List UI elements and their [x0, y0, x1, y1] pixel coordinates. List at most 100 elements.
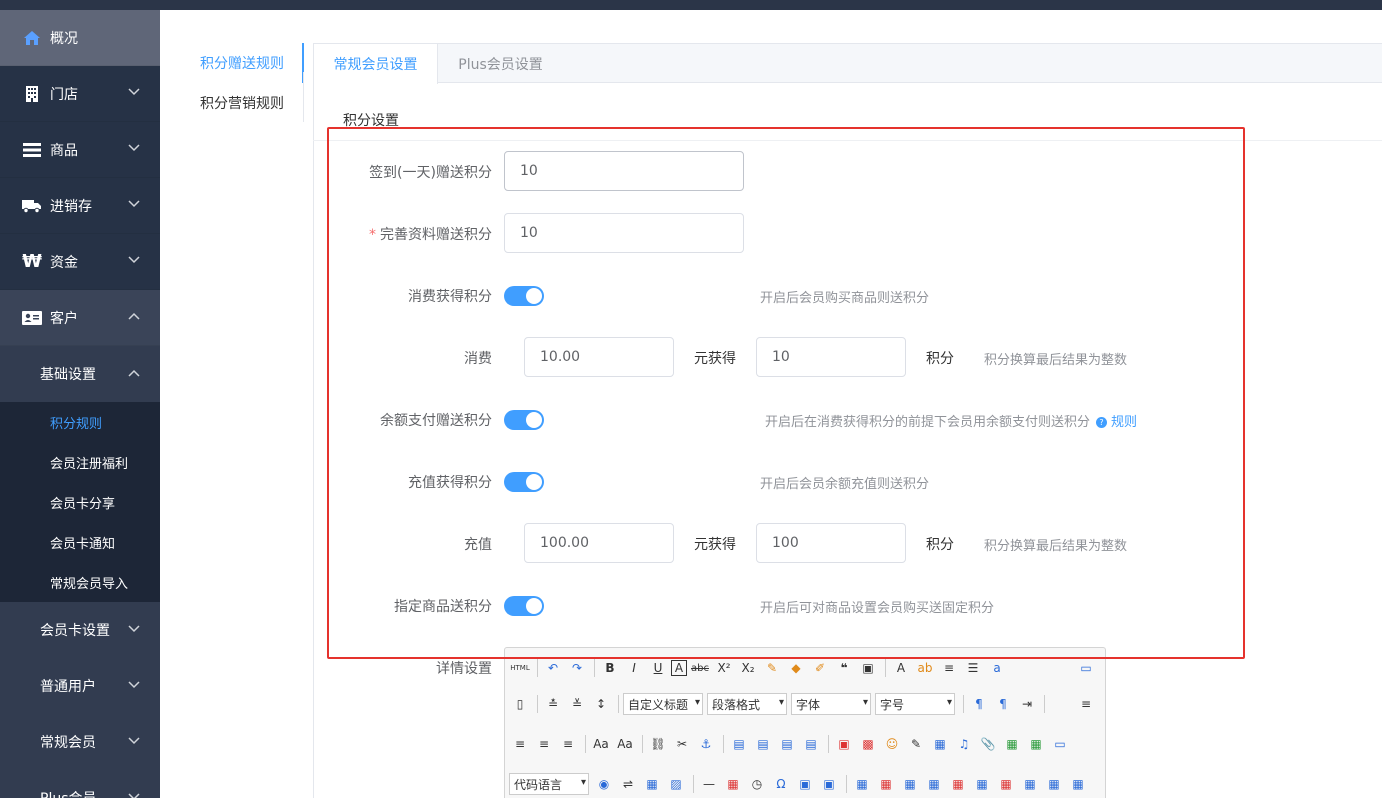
chevron-down-icon [128, 793, 140, 798]
bold-icon[interactable]: B [599, 657, 621, 679]
underline-icon[interactable]: U [647, 657, 669, 679]
music-icon[interactable]: ♫ [953, 733, 975, 755]
select-all-icon[interactable]: a [986, 657, 1008, 679]
editor-toolbar-row-2: ▯ ≛ ≚ ↕ 自定义标题 段落格式 字体 字号 ¶ ¶ ⇥ ≡ [505, 684, 1105, 724]
align-right-icon[interactable]: ≡ [533, 733, 555, 755]
custom-title-select[interactable]: 自定义标题 [623, 693, 703, 715]
align-center-icon[interactable]: ≡ [509, 733, 531, 755]
unordered-list-icon[interactable]: ☰ [962, 657, 984, 679]
clear-doc-icon[interactable]: ▯ [509, 693, 531, 715]
insert-row-icon[interactable]: ▦ [923, 773, 945, 795]
tab-regular-member-settings[interactable]: 常规会员设置 [313, 43, 438, 84]
font-border-icon[interactable]: A [671, 660, 687, 676]
redo-icon[interactable]: ↷ [566, 657, 588, 679]
sidebar-subitem-member-card-settings[interactable]: 会员卡设置 [0, 602, 160, 658]
background-icon[interactable]: ▨ [665, 773, 687, 795]
subnav-points-marketing-rules[interactable]: 积分营销规则 [160, 83, 304, 123]
image-none-icon[interactable]: ▤ [728, 733, 750, 755]
insert-frame-icon[interactable]: ▭ [1049, 733, 1071, 755]
strikethrough-icon[interactable]: abc [689, 657, 711, 679]
map-icon[interactable]: ▦ [1001, 733, 1023, 755]
sidebar-item-store[interactable]: 门店 [0, 66, 160, 122]
insert-video-icon[interactable]: ▦ [929, 733, 951, 755]
format-match-icon[interactable]: ◆ [785, 657, 807, 679]
font-size-select[interactable]: 字号 [875, 693, 955, 715]
undo-icon[interactable]: ↶ [542, 657, 564, 679]
paragraph-select[interactable]: 段落格式 [707, 693, 787, 715]
delete-row-icon[interactable]: ▦ [947, 773, 969, 795]
special-chars-icon[interactable]: Ω [770, 773, 792, 795]
drafts-icon[interactable]: ▣ [818, 773, 840, 795]
anchor-icon[interactable]: ⚓ [695, 733, 717, 755]
font-family-select[interactable]: 字体 [791, 693, 871, 715]
wordimage-icon[interactable]: ▣ [794, 773, 816, 795]
date-icon[interactable]: ▦ [722, 773, 744, 795]
web-app-icon[interactable]: ◉ [593, 773, 615, 795]
align-left-icon[interactable]: ≡ [1075, 693, 1097, 715]
auto-format-icon[interactable]: ✐ [809, 657, 831, 679]
code-language-select[interactable]: 代码语言 [509, 773, 589, 795]
scrawl-icon[interactable]: ✎ [905, 733, 927, 755]
line-height-icon[interactable]: ↕ [590, 693, 612, 715]
align-justify-icon[interactable]: ≡ [557, 733, 579, 755]
tab-plus-member-settings[interactable]: Plus会员设置 [438, 43, 563, 84]
ltr-icon[interactable]: ¶ [968, 693, 990, 715]
sidebar-leaf-points-rules[interactable]: 积分规则 [0, 402, 160, 442]
row-spacing-top-icon[interactable]: ≛ [542, 693, 564, 715]
delete-table-icon[interactable]: ▦ [875, 773, 897, 795]
sidebar-leaf-card-notify[interactable]: 会员卡通知 [0, 522, 160, 562]
sidebar-leaf-register-benefits[interactable]: 会员注册福利 [0, 442, 160, 482]
link-icon[interactable]: ⛓ [647, 733, 669, 755]
sidebar-item-finance[interactable]: ₩ 资金 [0, 234, 160, 290]
sidebar-item-home[interactable]: 概况 [0, 10, 160, 66]
editor-toolbar-row-3: ≡ ≡ ≡ Aa Aa ⛓ ✂ ⚓ ▤ ▤ ▤ ▤ ▣ ▩ ☺ ✎ ▦ ♫ 📎 … [505, 724, 1105, 764]
paste-plain-icon[interactable]: ▣ [857, 657, 879, 679]
gmap-icon[interactable]: ▦ [1025, 733, 1047, 755]
image-left-icon[interactable]: ▤ [752, 733, 774, 755]
lowercase-icon[interactable]: Aa [614, 733, 636, 755]
blockquote-icon[interactable]: ❝ [833, 657, 855, 679]
simple-upload-icon[interactable]: ▣ [833, 733, 855, 755]
eraser-icon[interactable]: ✎ [761, 657, 783, 679]
subscript-icon[interactable]: X₂ [737, 657, 759, 679]
template-icon[interactable]: ▦ [641, 773, 663, 795]
horizontal-rule-icon[interactable]: — [698, 773, 720, 795]
uppercase-icon[interactable]: Aa [590, 733, 612, 755]
emotion-icon[interactable]: ☺ [881, 733, 903, 755]
sidebar-item-goods[interactable]: 商品 [0, 122, 160, 178]
image-center-icon[interactable]: ▤ [800, 733, 822, 755]
highlight-box [327, 127, 1245, 659]
sidebar-leaf-member-import[interactable]: 常规会员导入 [0, 562, 160, 602]
sidebar-item-inventory[interactable]: 进销存 [0, 178, 160, 234]
font-color-icon[interactable]: A [890, 657, 912, 679]
time-icon[interactable]: ◷ [746, 773, 768, 795]
page-break-icon[interactable]: ⇌ [617, 773, 639, 795]
unlink-icon[interactable]: ✂ [671, 733, 693, 755]
superscript-icon[interactable]: X² [713, 657, 735, 679]
background-color-icon[interactable]: ab [914, 657, 936, 679]
insert-col-icon[interactable]: ▦ [971, 773, 993, 795]
rtl-icon[interactable]: ¶ [992, 693, 1014, 715]
sidebar-leaf-card-share[interactable]: 会员卡分享 [0, 482, 160, 522]
insert-table-icon[interactable]: ▦ [851, 773, 873, 795]
attachment-icon[interactable]: 📎 [977, 733, 999, 755]
image-right-icon[interactable]: ▤ [776, 733, 798, 755]
italic-icon[interactable]: I [623, 657, 645, 679]
sidebar-subitem-plus-members[interactable]: Plus会员 [0, 770, 160, 798]
delete-col-icon[interactable]: ▦ [995, 773, 1017, 795]
merge-right-icon[interactable]: ▦ [1043, 773, 1065, 795]
sidebar-subitem-basic-settings[interactable]: 基础设置 [0, 346, 160, 402]
ordered-list-icon[interactable]: ≡ [938, 657, 960, 679]
sidebar-item-customer[interactable]: 客户 [0, 290, 160, 346]
insert-paragraph-before-table-icon[interactable]: ▦ [899, 773, 921, 795]
preview-icon[interactable]: ▭ [1075, 657, 1097, 679]
merge-down-icon[interactable]: ▦ [1067, 773, 1089, 795]
merge-cells-icon[interactable]: ▦ [1019, 773, 1041, 795]
indent-icon[interactable]: ⇥ [1016, 693, 1038, 715]
sidebar-subitem-normal-users[interactable]: 普通用户 [0, 658, 160, 714]
html-source-icon[interactable]: HTML [509, 657, 531, 679]
sidebar-subitem-regular-members[interactable]: 常规会员 [0, 714, 160, 770]
row-spacing-bottom-icon[interactable]: ≚ [566, 693, 588, 715]
insert-image-icon[interactable]: ▩ [857, 733, 879, 755]
subnav-points-gift-rules[interactable]: 积分赠送规则 [160, 43, 304, 83]
